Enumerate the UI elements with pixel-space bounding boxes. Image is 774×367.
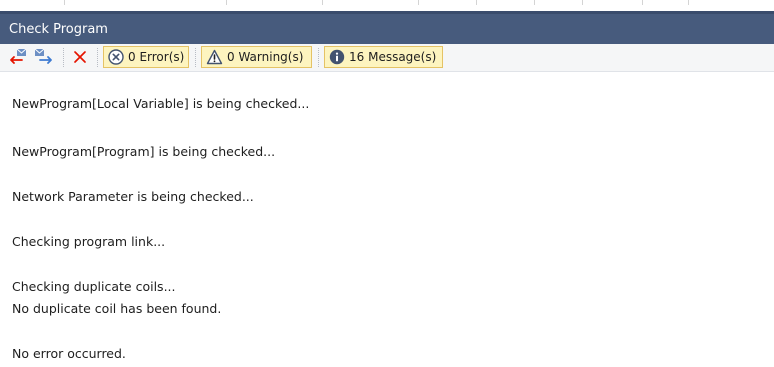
strip-divider (418, 0, 419, 5)
strip-divider (534, 0, 535, 5)
strip-divider (642, 0, 643, 5)
clear-button[interactable] (70, 47, 90, 67)
check-program-panel: Check Program 0 Error(s) 0 Warning(s) 16… (0, 11, 774, 367)
warnings-filter-label: 0 Warning(s) (227, 50, 304, 64)
prev-message-button[interactable] (8, 47, 30, 67)
strip-divider (64, 0, 65, 5)
next-message-icon (34, 48, 52, 64)
panel-title: Check Program (9, 22, 108, 37)
errors-filter-button[interactable]: 0 Error(s) (103, 46, 189, 68)
warning-icon (206, 49, 223, 65)
warnings-filter-button[interactable]: 0 Warning(s) (201, 46, 312, 68)
message-line: Network Parameter is being checked... (12, 189, 254, 204)
toolbar-separator (63, 48, 65, 67)
clear-icon (74, 51, 86, 63)
info-icon (329, 49, 345, 65)
toolbar-separator (318, 48, 320, 67)
message-line: Checking program link... (12, 234, 166, 249)
message-line: Checking duplicate coils... (12, 279, 176, 294)
strip-divider (226, 0, 227, 5)
toolbar-separator (97, 48, 99, 67)
next-message-button[interactable] (33, 47, 55, 67)
message-line: No error occurred. (12, 346, 126, 361)
strip-divider (688, 0, 689, 5)
message-line: NewProgram[Local Variable] is being chec… (12, 96, 310, 111)
panel-toolbar: 0 Error(s) 0 Warning(s) 16 Message(s) (0, 44, 774, 72)
panel-titlebar: Check Program (0, 11, 774, 44)
message-line: No duplicate coil has been found. (12, 301, 222, 316)
strip-divider (582, 0, 583, 5)
errors-filter-label: 0 Error(s) (128, 50, 185, 64)
error-icon (108, 49, 124, 65)
messages-filter-button[interactable]: 16 Message(s) (324, 46, 443, 68)
prev-message-icon (10, 48, 27, 64)
strip-divider (322, 0, 323, 5)
messages-filter-label: 16 Message(s) (349, 50, 437, 64)
strip-divider (476, 0, 477, 5)
toolbar-separator (195, 48, 197, 67)
message-line: NewProgram[Program] is being checked... (12, 144, 276, 159)
